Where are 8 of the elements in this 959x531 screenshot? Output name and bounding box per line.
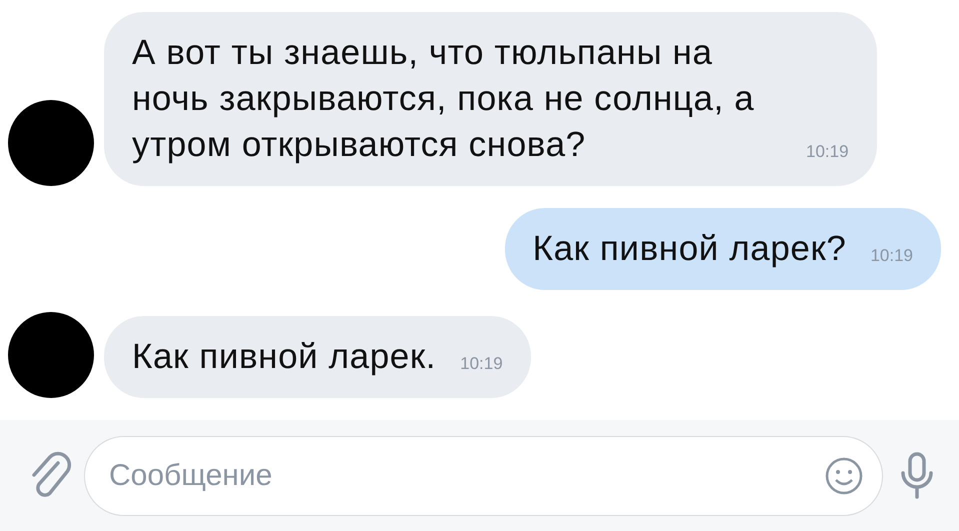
message-time: 10:19	[806, 142, 849, 162]
message-field[interactable]: Сообщение	[84, 436, 883, 516]
message-time: 10:19	[460, 354, 503, 374]
message-text: Как пивной ларек?	[532, 228, 846, 270]
message-text: Как пивной ларек.	[132, 336, 436, 378]
smiley-icon[interactable]	[824, 456, 864, 496]
message-text: А вот ты знаешь, что тюльпаны на ночь закрываются, пока не солнца, а утром открываются снова?	[132, 32, 756, 166]
message-time: 10:19	[870, 246, 913, 266]
